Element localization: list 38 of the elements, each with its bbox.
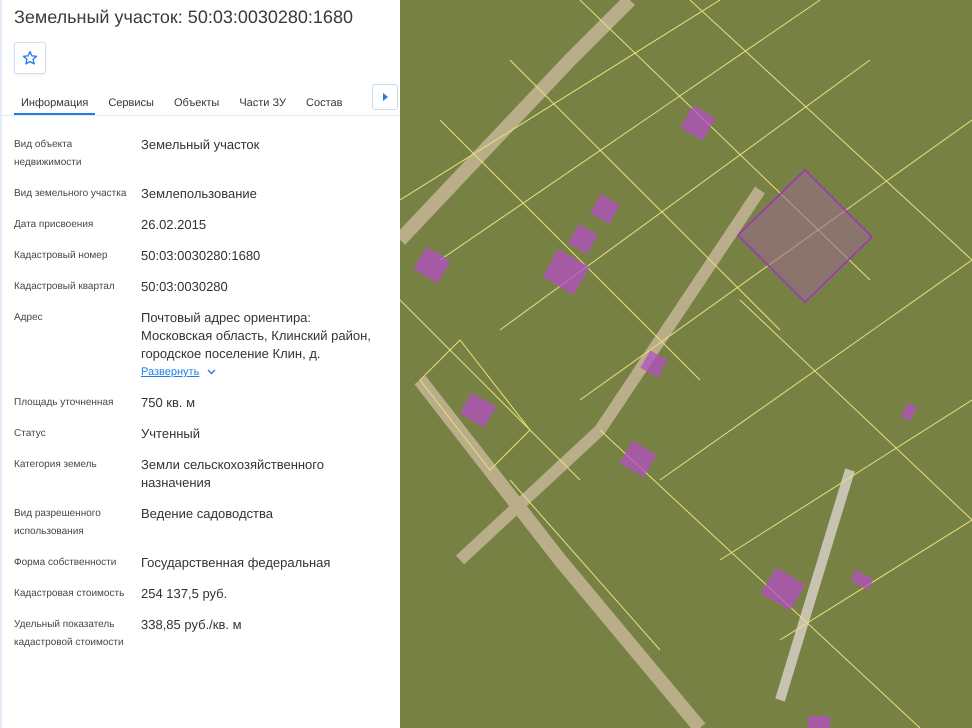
chevron-down-icon: [207, 369, 216, 375]
triangle-right-icon: [382, 93, 388, 101]
expand-link[interactable]: Развернуть: [141, 363, 200, 381]
field-value: 26.02.2015: [141, 216, 208, 234]
field-value: Земли сельскохозяйственного назначения: [141, 456, 325, 492]
field-value: Землепользование: [141, 185, 258, 203]
field-value: Государственная федеральная: [141, 554, 332, 572]
field-value: Почтовый адрес ориентира: Московская область, Клинский район, городское поселение Клин, д.: [141, 309, 372, 363]
field-label: Категория земель: [14, 458, 98, 472]
field-label: Вид земельного участка: [14, 187, 128, 201]
page-title: Земельный участок: 50:03:0030280:1680: [13, 6, 354, 28]
field-label: Кадастровая стоимость: [14, 587, 126, 601]
field-label: Удельный показатель кадастровой стоимости: [14, 618, 125, 650]
tab[interactable]: Информация: [14, 84, 96, 115]
field-value: Ведение садоводства: [141, 505, 274, 523]
scroll-tabs-button[interactable]: [372, 84, 398, 110]
field-label: Вид разрешенного использования: [14, 507, 102, 539]
field-value: 750 кв. м: [141, 394, 196, 412]
field-label: Адрес: [14, 311, 44, 325]
star-icon: [22, 50, 38, 66]
tab[interactable]: Состав: [299, 84, 350, 115]
tab[interactable]: Сервисы: [101, 84, 161, 115]
field-value: 338,85 руб./кв. м: [141, 616, 243, 634]
field-label: Дата присвоения: [14, 218, 94, 232]
field-label: Статус: [14, 427, 47, 441]
field-value: 50:03:0030280: [141, 278, 229, 296]
field-value: Учтенный: [141, 425, 202, 443]
field-value: Земельный участок: [141, 136, 260, 154]
favorite-button[interactable]: [14, 42, 46, 74]
tab[interactable]: Объекты: [166, 84, 226, 115]
field-value: 254 137,5 руб.: [141, 585, 228, 603]
field-label: Вид объекта недвижимости: [14, 138, 82, 170]
field-label: Площадь уточненная: [14, 396, 114, 410]
field-label: Кадастровый квартал: [14, 280, 116, 294]
field-label: Кадастровый номер: [14, 249, 108, 263]
field-value: 50:03:0030280:1680: [141, 247, 262, 265]
field-label: Форма собственности: [14, 556, 118, 570]
tab[interactable]: Части ЗУ: [232, 84, 294, 115]
